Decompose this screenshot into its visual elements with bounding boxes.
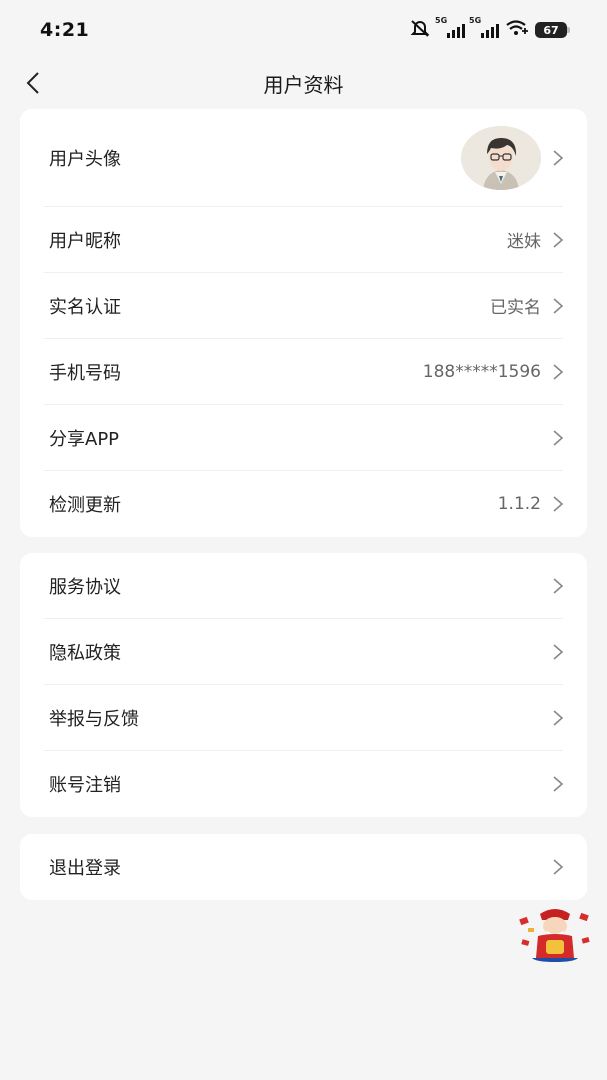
chevron-right-icon [553,776,564,792]
phone-value: 188*****1596 [422,361,541,382]
nickname-row[interactable]: 用户昵称 迷妹 [44,207,564,273]
chevron-right-icon [553,231,564,248]
chevron-right-icon [553,297,564,314]
floating-mascot-icon[interactable] [518,906,592,962]
row-label: 隐私政策 [49,642,121,664]
row-label: 用户头像 [49,148,121,170]
chevron-left-icon [26,72,39,94]
policy-card: 服务协议 隐私政策 举报与反馈 账号注销 [20,553,587,817]
status-time: 4:21 [40,19,90,41]
battery-indicator: 67 [535,22,570,38]
service-agreement-row[interactable]: 服务协议 [44,553,564,619]
logout-label: 退出登录 [49,858,121,879]
row-label: 举报与反馈 [49,708,139,730]
row-label: 实名认证 [49,296,121,318]
chevron-right-icon [553,149,564,166]
chevron-right-icon [553,429,564,446]
share-app-row[interactable]: 分享APP [44,405,564,471]
logout-card: 退出登录 [20,834,587,900]
chevron-right-icon [553,709,564,726]
avatar[interactable] [461,125,541,190]
report-feedback-row[interactable]: 举报与反馈 [44,685,564,751]
real-name-status: 已实名 [490,298,541,318]
row-label: 账号注销 [49,775,121,796]
nav-bar: 用户资料 [0,60,607,106]
logout-row[interactable]: 退出登录 [44,834,564,900]
row-label: 分享APP [49,428,120,450]
row-label: 检测更新 [49,495,121,516]
cellular-signal-icon: 5G [469,16,499,38]
check-update-row[interactable]: 检测更新 1.1.2 [44,471,564,537]
nickname-value: 迷妹 [507,232,541,252]
bell-off-icon [409,19,431,41]
privacy-policy-row[interactable]: 隐私政策 [44,619,564,685]
status-bar: 4:21 5G 5G 67 [0,0,607,60]
page-title: 用户资料 [263,72,344,97]
row-label: 服务协议 [49,576,121,598]
network-label: 5G [435,16,448,25]
cellular-signal-icon: 5G [435,16,465,38]
chevron-right-icon [553,577,564,594]
status-icons: 5G 5G 67 [409,16,570,41]
row-label: 用户昵称 [49,230,121,252]
back-button[interactable] [18,68,48,98]
real-name-row[interactable]: 实名认证 已实名 [44,273,564,339]
chevron-right-icon [553,859,564,875]
row-label: 手机号码 [49,362,121,384]
wifi-icon [505,19,529,41]
delete-account-row[interactable]: 账号注销 [44,751,564,817]
network-label: 5G [469,16,482,25]
profile-card: 用户头像 用户昵称 迷妹 实名认证 已实名 手机号码 188*****1596 … [20,109,587,537]
avatar-row[interactable]: 用户头像 [44,109,564,207]
chevron-right-icon [553,363,564,380]
version-value: 1.1.2 [497,494,541,514]
chevron-right-icon [553,643,564,660]
phone-row[interactable]: 手机号码 188*****1596 [44,339,564,405]
chevron-right-icon [553,496,564,512]
